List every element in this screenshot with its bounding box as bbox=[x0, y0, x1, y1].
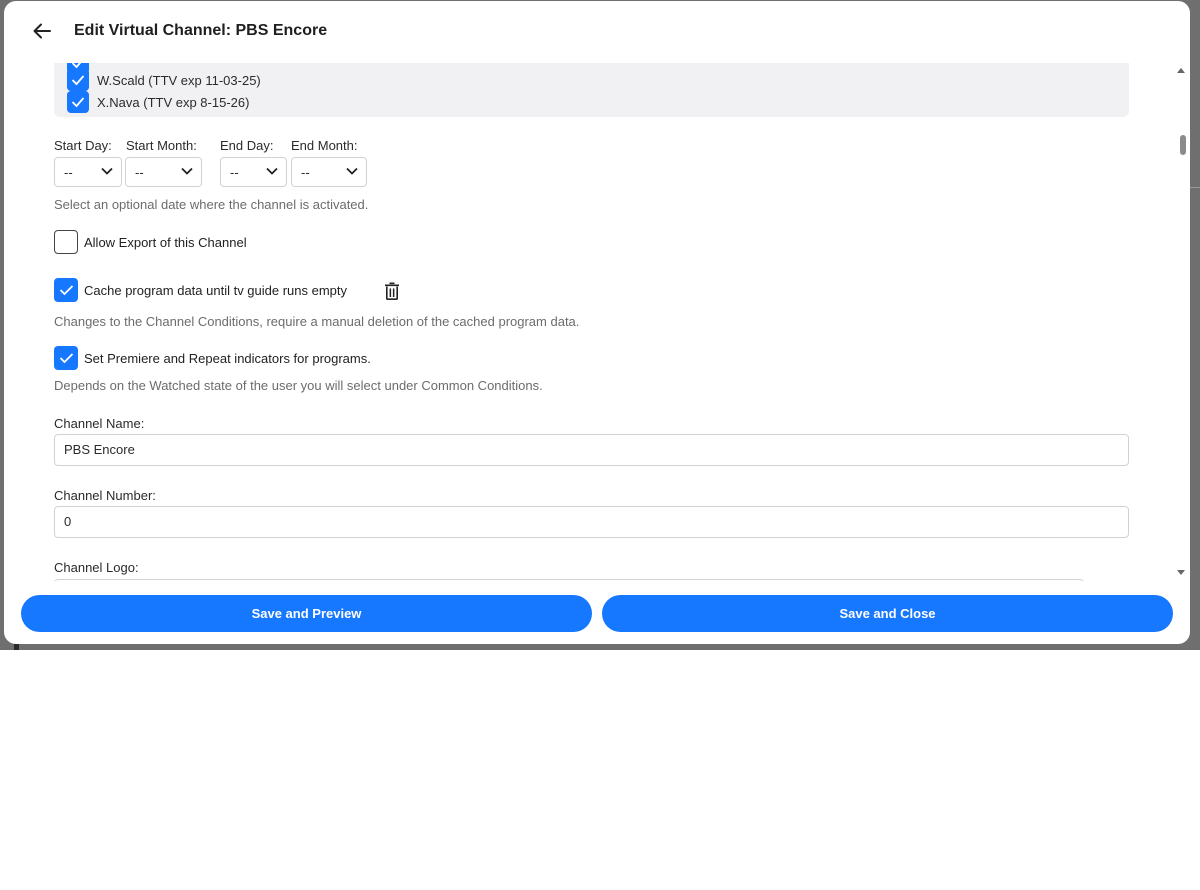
user-list-panel: W.Scald (TTV exp 11-03-25) X.Nava (TTV e… bbox=[54, 63, 1129, 117]
user-checkbox-xnava[interactable] bbox=[67, 91, 89, 113]
user-label-xnava: X.Nava (TTV exp 8-15-26) bbox=[97, 94, 250, 110]
chevron-down-icon bbox=[346, 167, 358, 175]
date-helper-text: Select an optional date where the channe… bbox=[54, 197, 369, 212]
user-label-wscald: W.Scald (TTV exp 11-03-25) bbox=[97, 72, 261, 88]
check-icon bbox=[71, 75, 85, 86]
premiere-repeat-checkbox[interactable] bbox=[54, 346, 78, 370]
back-button[interactable] bbox=[30, 19, 54, 43]
chevron-down-icon bbox=[181, 167, 193, 175]
check-icon bbox=[59, 285, 73, 296]
premiere-helper-text: Depends on the Watched state of the user… bbox=[54, 378, 543, 393]
end-month-select[interactable]: -- bbox=[291, 157, 367, 187]
edit-channel-dialog: Edit Virtual Channel: PBS Encore W.Scald… bbox=[4, 1, 1190, 644]
end-day-value: -- bbox=[230, 165, 239, 180]
start-day-select[interactable]: -- bbox=[54, 157, 122, 187]
dialog-header: Edit Virtual Channel: PBS Encore bbox=[4, 1, 1190, 63]
start-month-select[interactable]: -- bbox=[125, 157, 202, 187]
save-and-close-button[interactable]: Save and Close bbox=[602, 595, 1173, 632]
scrollbar-thumb[interactable] bbox=[1180, 135, 1186, 155]
channel-name-input[interactable]: PBS Encore bbox=[54, 434, 1129, 466]
end-day-label: End Day: bbox=[220, 138, 274, 153]
user-row-xnava[interactable]: X.Nava (TTV exp 8-15-26) bbox=[67, 91, 249, 113]
start-day-label: Start Day: bbox=[54, 138, 112, 153]
save-and-preview-button[interactable]: Save and Preview bbox=[21, 595, 592, 632]
backdrop-divider bbox=[1190, 187, 1200, 188]
check-icon bbox=[59, 353, 73, 364]
end-month-label: End Month: bbox=[291, 138, 358, 153]
end-month-value: -- bbox=[301, 165, 310, 180]
scroll-up-arrow-icon[interactable] bbox=[1176, 66, 1186, 74]
dialog-body[interactable]: W.Scald (TTV exp 11-03-25) X.Nava (TTV e… bbox=[4, 63, 1190, 581]
end-day-select[interactable]: -- bbox=[220, 157, 287, 187]
channel-number-input[interactable]: 0 bbox=[54, 506, 1129, 538]
start-month-value: -- bbox=[135, 165, 144, 180]
cache-program-checkbox[interactable] bbox=[54, 278, 78, 302]
start-month-label: Start Month: bbox=[126, 138, 197, 153]
channel-number-label: Channel Number: bbox=[54, 488, 156, 503]
arrow-left-icon bbox=[33, 23, 51, 39]
allow-export-label: Allow Export of this Channel bbox=[84, 235, 247, 250]
user-checkbox-wscald[interactable] bbox=[67, 69, 89, 91]
trash-icon[interactable] bbox=[384, 282, 400, 300]
cache-helper-text: Changes to the Channel Conditions, requi… bbox=[54, 314, 580, 329]
chevron-down-icon bbox=[266, 167, 278, 175]
channel-logo-input[interactable] bbox=[54, 579, 1084, 581]
cache-program-label: Cache program data until tv guide runs e… bbox=[84, 283, 348, 298]
channel-logo-label: Channel Logo: bbox=[54, 560, 139, 575]
chevron-down-icon bbox=[101, 167, 113, 175]
allow-export-checkbox[interactable] bbox=[54, 230, 78, 254]
user-row-wscald[interactable]: W.Scald (TTV exp 11-03-25) bbox=[67, 69, 261, 91]
check-icon bbox=[71, 97, 85, 108]
scroll-down-arrow-icon[interactable] bbox=[1176, 569, 1186, 577]
premiere-repeat-label: Set Premiere and Repeat indicators for p… bbox=[84, 351, 371, 366]
start-day-value: -- bbox=[64, 165, 73, 180]
dialog-title: Edit Virtual Channel: PBS Encore bbox=[74, 22, 328, 39]
channel-name-label: Channel Name: bbox=[54, 416, 145, 431]
